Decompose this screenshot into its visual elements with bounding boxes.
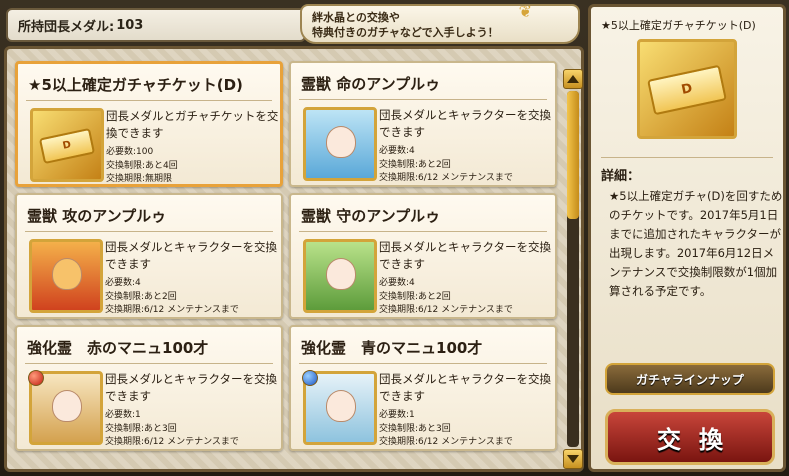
item-meta: 必要数:1 交換制限:あと3回 交換期限:6/12 メンテナンスまで [379,409,513,450]
item-meta: 必要数:4 交換制限:あと2回 交換期限:6/12 メンテナンスまで [105,277,239,318]
scroll-up-button[interactable] [563,69,583,89]
item-remaining: 交換制限:あと3回 [105,423,177,434]
character-portrait-icon [28,370,103,445]
character-portrait-icon [303,239,377,313]
character-portrait-icon [303,107,377,181]
ticket-letter: D [38,127,96,165]
item-meta: 必要数:100 交換制限:あと4回 交換期限:無期限 [106,146,178,187]
item-remaining: 交換制限:あと2回 [379,291,451,302]
detail-divider [601,157,773,158]
exchange-item-card[interactable]: 霊獣 守のアンプルゥ 団長メダルとキャラクターを交換できます 必要数:4 交換制… [289,193,557,319]
item-required: 必要数:1 [105,410,141,420]
detail-item-name: ★5以上確定ガチャチケット(D) [601,19,756,32]
title-divider [25,363,273,364]
arrow-down-icon [567,455,579,463]
detail-label: 詳細： [601,169,641,184]
title-divider [26,100,272,101]
item-title: ★5以上確定ガチャチケット(D) [28,76,243,94]
scroll-down-button[interactable] [563,449,583,469]
item-period: 交換期限:6/12 メンテナンスまで [379,437,513,447]
medal-count: 103 [116,17,144,33]
character-face [52,390,82,422]
ticket-icon: D [30,108,104,182]
character-portrait-icon [302,370,377,445]
item-title: 霊獣 攻のアンプルゥ [27,207,167,225]
ornament-icon: ❦ [518,2,532,21]
item-required: 必要数:4 [379,146,415,156]
character-face [326,390,356,422]
list-scrollbar[interactable] [563,69,583,469]
item-remaining: 交換制限:あと2回 [379,159,451,170]
item-remaining: 交換制限:あと4回 [106,160,178,171]
medal-count-bar: 所持団長メダル: 103 [6,8,306,42]
item-description: 団長メダルとキャラクターを交換できます [379,240,552,271]
item-detail-panel: ★5以上確定ガチャチケット(D) D 詳細： ★5以上確定ガチャ(D)を回すため… [588,4,786,472]
exchange-item-card[interactable]: ★5以上確定ガチャチケット(D) D 団長メダルとガチャチケットを交換できます … [15,61,283,187]
item-meta: 必要数:4 交換制限:あと2回 交換期限:6/12 メンテナンスまで [379,145,513,186]
ticket-icon: D [637,39,737,139]
exchange-item-card[interactable]: 強化霊 青のマニュ100才 団長メダルとキャラクターを交換できます 必要数:1 … [289,325,557,451]
item-title: 霊獣 命のアンプルゥ [301,75,441,93]
scroll-track[interactable] [567,91,579,447]
item-required: 必要数:4 [105,278,141,288]
item-remaining: 交換制限:あと3回 [379,423,451,434]
arrow-up-icon [567,75,579,83]
ticket-letter: D [647,64,727,116]
item-description: 団長メダルとキャラクターを交換できます [379,108,552,139]
blue-orb-icon [302,370,318,386]
banner-line-2: 特典付きのガチャなどで入手しよう！ [312,26,499,39]
character-face [326,258,356,290]
hint-banner: 絆水晶との交換や 特典付きのガチャなどで入手しよう！ ❦ [300,4,580,44]
item-description: 団長メダルとガチャチケットを交換できます [106,109,279,140]
gacha-lineup-button[interactable]: ガチャラインナップ [605,363,775,395]
item-description: 団長メダルとキャラクターを交換できます [379,372,552,403]
exchange-item-card[interactable]: 霊獣 攻のアンプルゥ 団長メダルとキャラクターを交換できます 必要数:4 交換制… [15,193,283,319]
item-title: 強化霊 赤のマニュ100才 [27,339,209,357]
item-title: 強化霊 青のマニュ100才 [301,339,483,357]
title-divider [299,231,547,232]
item-required: 必要数:1 [379,410,415,420]
exchange-item-card[interactable]: 霊獣 命のアンプルゥ 団長メダルとキャラクターを交換できます 必要数:4 交換制… [289,61,557,187]
item-period: 交換期限:無期限 [106,174,173,184]
item-period: 交換期限:6/12 メンテナンスまで [105,305,239,315]
item-period: 交換期限:6/12 メンテナンスまで [105,437,239,447]
exchange-item-list: ★5以上確定ガチャチケット(D) D 団長メダルとガチャチケットを交換できます … [4,46,584,472]
item-description: 団長メダルとキャラクターを交換できます [105,240,278,271]
detail-description: ★5以上確定ガチャ(D)を回すためのチケットです。2017年5月1日までに追加さ… [609,189,783,298]
exchange-item-card[interactable]: 強化霊 赤のマニュ100才 団長メダルとキャラクターを交換できます 必要数:1 … [15,325,283,451]
item-remaining: 交換制限:あと2回 [105,291,177,302]
item-required: 必要数:4 [379,278,415,288]
item-meta: 必要数:4 交換制限:あと2回 交換期限:6/12 メンテナンスまで [379,277,513,318]
character-portrait-icon [29,239,103,313]
red-orb-icon [28,370,44,386]
title-divider [299,363,547,364]
item-period: 交換期限:6/12 メンテナンスまで [379,305,513,315]
item-meta: 必要数:1 交換制限:あと3回 交換期限:6/12 メンテナンスまで [105,409,239,450]
item-title: 霊獣 守のアンプルゥ [301,207,441,225]
item-description: 団長メダルとキャラクターを交換できます [105,372,278,403]
exchange-button[interactable]: 交換 [605,409,775,465]
character-face [326,126,356,158]
scroll-thumb[interactable] [567,91,579,219]
item-required: 必要数:100 [106,147,154,157]
character-face [52,258,82,290]
medal-exchange-screen: 所持団長メダル: 103 絆水晶との交換や 特典付きのガチャなどで入手しよう！ … [0,0,789,476]
title-divider [25,231,273,232]
title-divider [299,99,547,100]
item-period: 交換期限:6/12 メンテナンスまで [379,173,513,183]
medal-label: 所持団長メダル: [18,19,115,35]
